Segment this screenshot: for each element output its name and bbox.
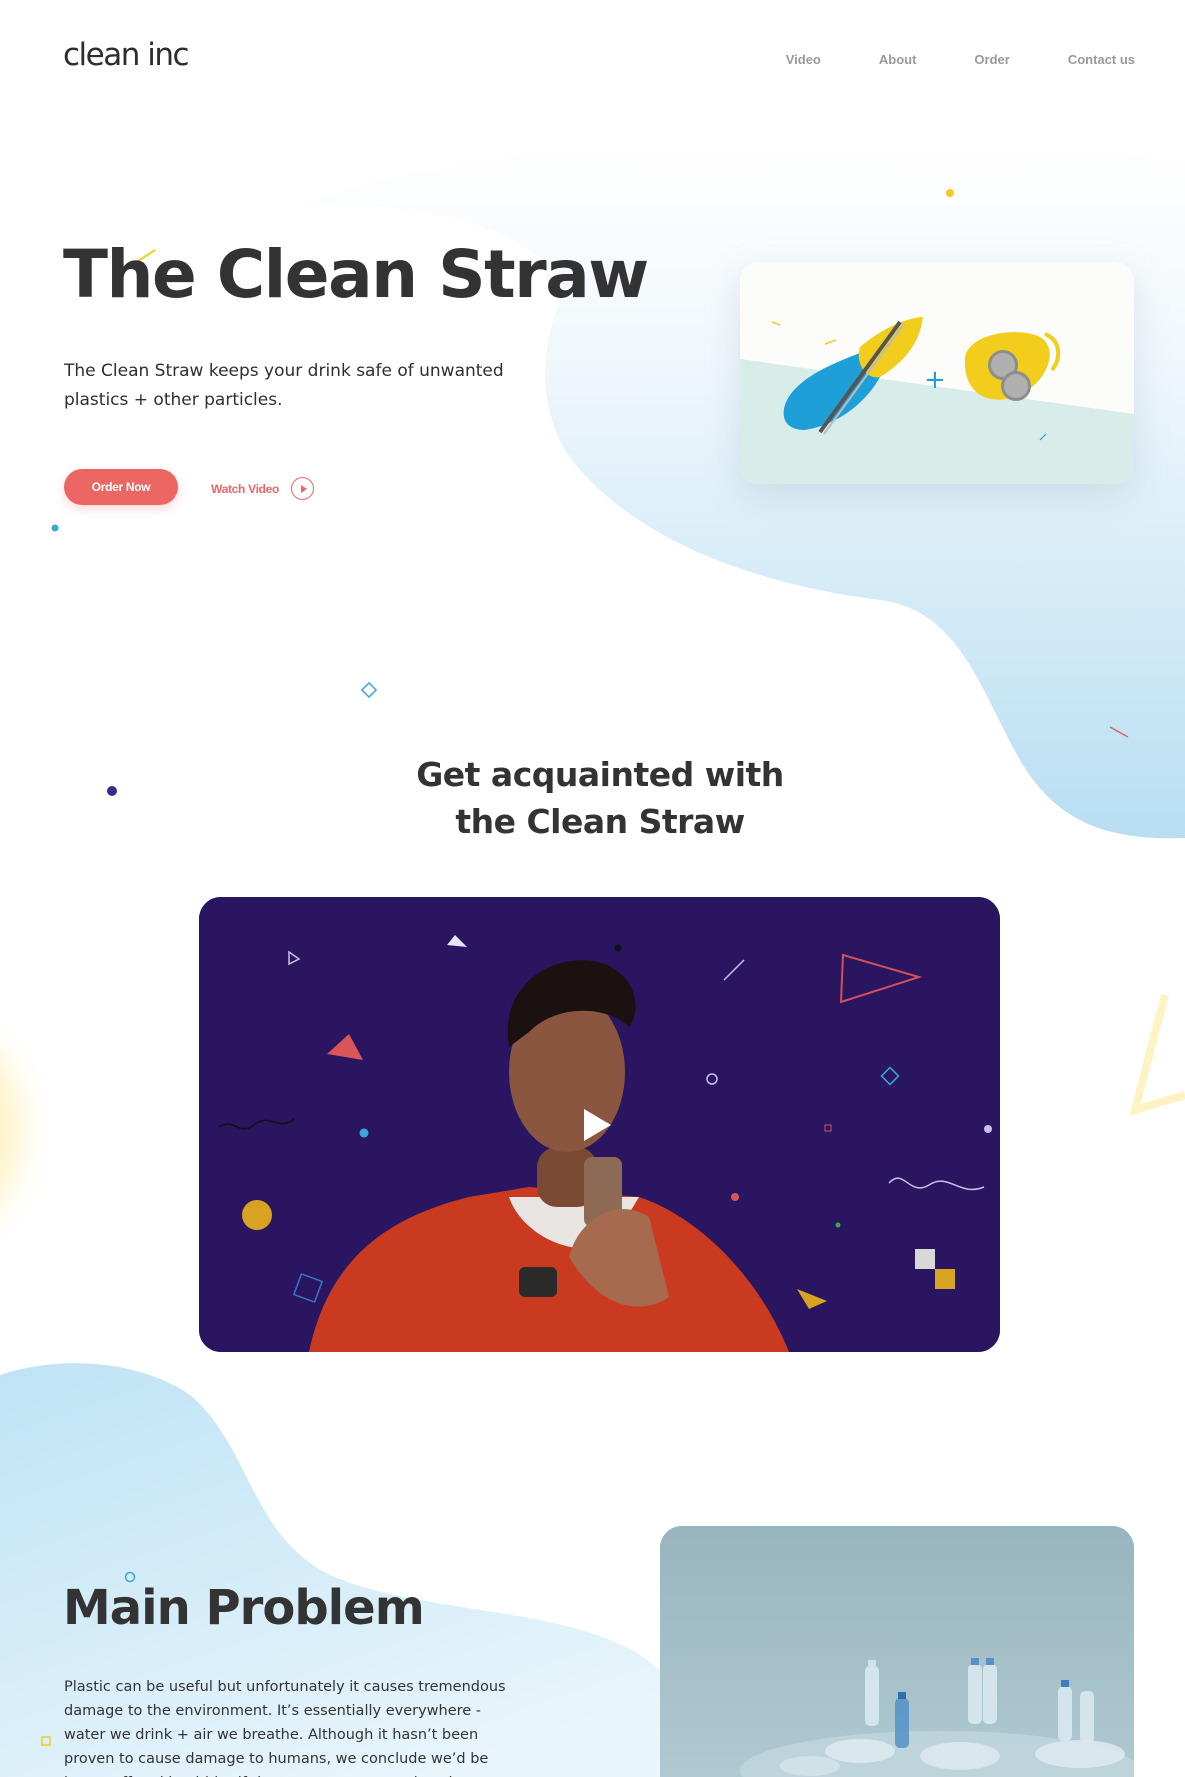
main-problem-title: Main Problem (63, 1580, 425, 1636)
order-now-button[interactable]: Order Now (64, 469, 178, 505)
watch-video-button[interactable]: Watch Video (211, 477, 315, 500)
nav-order[interactable]: Order (974, 52, 1009, 67)
logo[interactable]: clean inc (63, 37, 190, 73)
straw-illustration: + (740, 317, 1134, 484)
acquaint-section-title: Get acquainted with the Clean Straw (0, 751, 1185, 845)
plastic-bottles-image (660, 1526, 1134, 1777)
yellow-glow (0, 1010, 120, 1250)
hero-title: The Clean Straw (63, 236, 649, 313)
main-problem-description: Plastic can be useful but unfortunately … (64, 1679, 506, 1777)
plus-symbol: + (924, 365, 946, 395)
hero-description: The Clean Straw keeps your drink safe of… (64, 361, 504, 410)
nav-about[interactable]: About (879, 52, 917, 67)
yellow-triangle-faint (1129, 993, 1185, 1116)
video-player[interactable] (199, 897, 1000, 1352)
straw-illustration-card: + (740, 262, 1134, 484)
nav-video[interactable]: Video (786, 52, 821, 67)
acquaint-title-line2: the Clean Straw (455, 802, 745, 841)
main-nav: Video About Order Contact us (728, 52, 1135, 67)
plastic-bottles-photo (660, 1526, 1134, 1777)
acquaint-title-line1: Get acquainted with (416, 755, 784, 794)
play-circle-icon (291, 477, 315, 500)
video-play-icon[interactable] (584, 1109, 611, 1141)
nav-contact-us[interactable]: Contact us (1068, 52, 1135, 67)
watch-video-label: Watch Video (211, 481, 280, 496)
